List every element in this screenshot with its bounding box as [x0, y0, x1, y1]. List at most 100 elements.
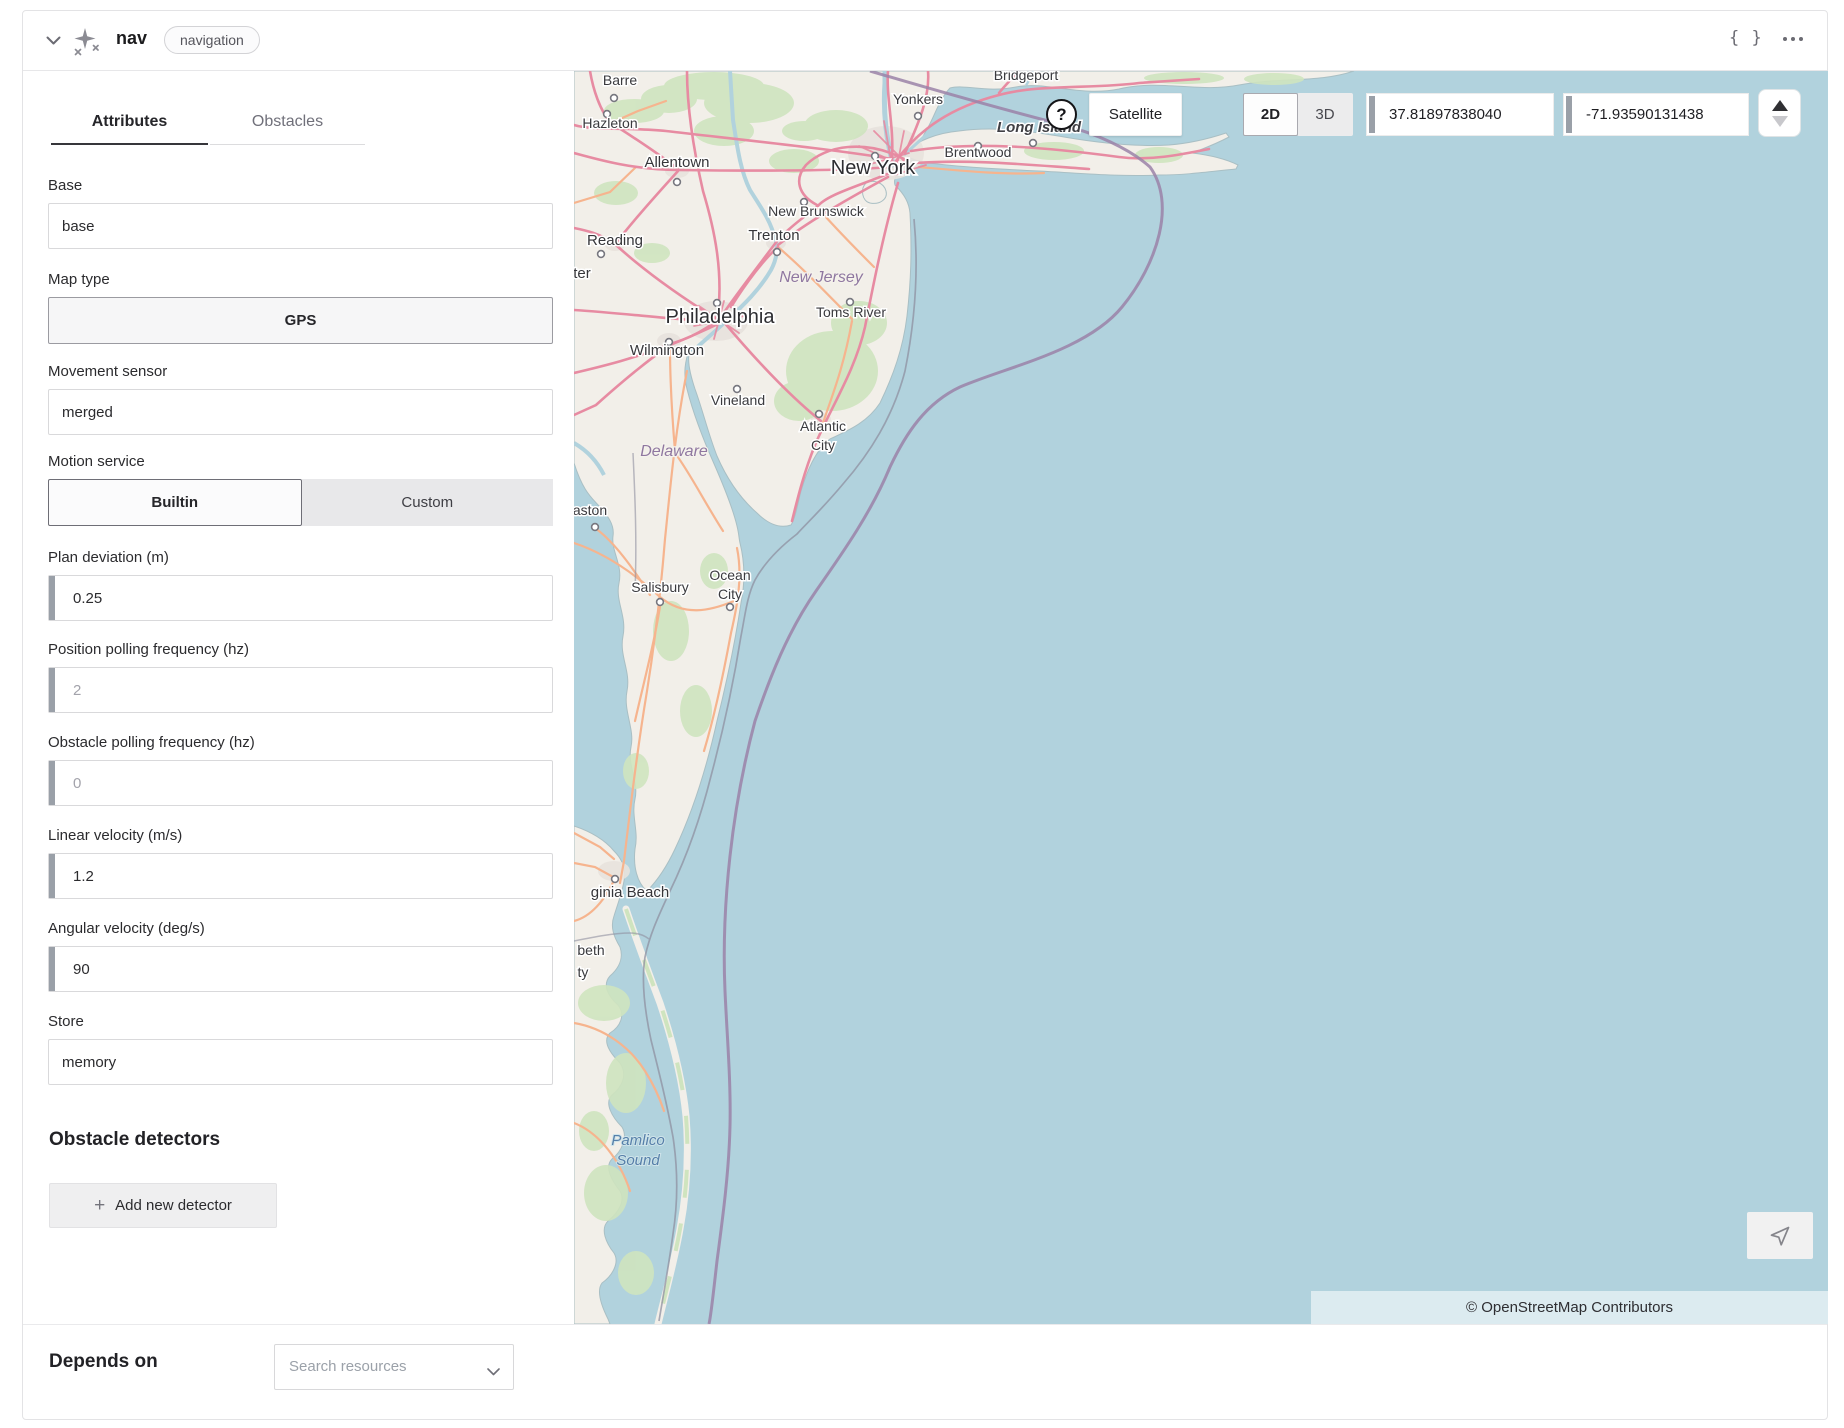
add-detector-button[interactable]: + Add new detector	[49, 1183, 277, 1228]
plan-deviation-input[interactable]	[48, 575, 553, 621]
field-label: Linear velocity (m/s)	[48, 827, 553, 845]
field-linear-velocity: Linear velocity (m/s)	[48, 827, 553, 899]
field-store: Store	[48, 1013, 553, 1085]
map-place-marker	[611, 95, 618, 102]
recenter-button[interactable]	[1747, 1212, 1813, 1259]
map-label: Allentown	[644, 154, 709, 171]
resource-title: nav	[116, 28, 147, 49]
obstacle-detectors-heading: Obstacle detectors	[49, 1129, 220, 1151]
motion-service-builtin-button[interactable]: Builtin	[48, 479, 302, 526]
map-place-marker	[598, 251, 605, 258]
map-label: ty	[578, 964, 589, 980]
map-place-marker	[727, 604, 734, 611]
field-label: Position polling frequency (hz)	[48, 641, 553, 659]
map-label: Salisbury	[631, 579, 689, 595]
coordinate-stepper[interactable]	[1758, 89, 1801, 137]
step-down-icon[interactable]	[1772, 116, 1788, 127]
movement-sensor-input[interactable]	[48, 389, 553, 435]
map-place-marker	[612, 876, 619, 883]
navigation-arrow-icon	[1768, 1224, 1792, 1248]
angular-velocity-input[interactable]	[48, 946, 553, 992]
card-header: nav navigation { }	[23, 11, 1827, 71]
linear-velocity-input[interactable]	[48, 853, 553, 899]
map-label: City	[811, 437, 835, 453]
map-place-marker	[674, 179, 681, 186]
store-input[interactable]	[48, 1039, 553, 1085]
map-place-marker	[1030, 140, 1037, 147]
field-plan-deviation: Plan deviation (m)	[48, 549, 553, 621]
map-label: New Brunswick	[768, 203, 865, 219]
map-label: Barre	[603, 72, 637, 88]
map-place-marker	[816, 411, 823, 418]
map-label: New Jersey	[779, 269, 864, 286]
plus-icon: +	[94, 1196, 105, 1215]
field-map-type: Map type GPS	[48, 271, 553, 344]
map-label: Ocean	[709, 567, 750, 583]
overflow-menu-icon[interactable]	[1783, 37, 1803, 41]
field-position-polling: Position polling frequency (hz)	[48, 641, 553, 713]
map-place-marker	[657, 599, 664, 606]
obstacle-polling-input[interactable]	[48, 760, 553, 806]
map-label: Atlantic	[800, 418, 846, 434]
map-label: ter	[574, 265, 591, 282]
number-accent-bar	[1369, 96, 1375, 133]
map-label: Trenton	[748, 227, 799, 244]
satellite-toggle-button[interactable]: Satellite	[1089, 93, 1182, 136]
number-accent-bar	[1566, 96, 1572, 133]
tab-obstacles[interactable]: Obstacles	[210, 106, 365, 145]
latitude-field	[1366, 93, 1554, 136]
step-up-icon[interactable]	[1772, 100, 1788, 111]
field-label: Base	[48, 177, 553, 195]
number-accent-bar	[49, 854, 55, 898]
map-type-gps-button[interactable]: GPS	[48, 297, 553, 344]
depends-on-heading: Depends on	[49, 1351, 158, 1373]
field-label: Movement sensor	[48, 363, 553, 381]
map-label: Bridgeport	[994, 71, 1059, 83]
map-label: Philadelphia	[666, 306, 776, 328]
map-label: New York	[831, 157, 916, 179]
position-polling-input[interactable]	[48, 667, 553, 713]
motion-service-segmented: Builtin Custom	[48, 479, 553, 526]
json-mode-button[interactable]: { }	[1729, 28, 1763, 48]
help-button[interactable]: ?	[1046, 99, 1077, 130]
map-label: ginia Beach	[591, 884, 669, 901]
service-sparkles-icon	[71, 25, 101, 57]
latitude-input[interactable]	[1367, 94, 1553, 135]
map-label: Pamlico	[611, 1132, 664, 1149]
field-label: Store	[48, 1013, 553, 1031]
view-2d-button[interactable]: 2D	[1243, 93, 1298, 136]
depends-on-select[interactable]: Search resources	[274, 1344, 514, 1390]
resource-type-badge: navigation	[164, 26, 260, 54]
field-obstacle-polling: Obstacle polling frequency (hz)	[48, 734, 553, 806]
resource-card: nav navigation { } Attributes Obstacles …	[22, 10, 1828, 1420]
field-motion-service: Motion service Builtin Custom	[48, 453, 553, 526]
divider	[23, 1324, 1827, 1325]
field-base: Base	[48, 177, 553, 249]
tab-attributes[interactable]: Attributes	[51, 106, 208, 145]
field-label: Motion service	[48, 453, 553, 471]
map-place-marker	[774, 249, 781, 256]
field-label: Map type	[48, 271, 553, 289]
map-label: City	[718, 586, 742, 602]
field-label: Plan deviation (m)	[48, 549, 553, 567]
base-input[interactable]	[48, 203, 553, 249]
chevron-down-icon	[487, 1363, 500, 1381]
number-accent-bar	[49, 947, 55, 991]
map-label: Vineland	[711, 392, 765, 408]
field-label: Obstacle polling frequency (hz)	[48, 734, 553, 752]
field-label: Angular velocity (deg/s)	[48, 920, 553, 938]
motion-service-custom-button[interactable]: Custom	[302, 479, 554, 526]
map-label: Reading	[587, 232, 643, 249]
view-3d-button[interactable]: 3D	[1297, 93, 1353, 136]
map-place-marker	[915, 113, 922, 120]
map-label: Brentwood	[945, 144, 1012, 160]
longitude-input[interactable]	[1564, 94, 1748, 135]
collapse-chevron-icon[interactable]	[46, 32, 62, 48]
map-label: Toms River	[816, 304, 886, 320]
map-canvas[interactable]: BarreHazletonYonkersBridgeportLong Islan…	[574, 71, 1828, 1324]
field-angular-velocity: Angular velocity (deg/s)	[48, 920, 553, 992]
map-label: Hazleton	[582, 115, 637, 131]
map-label: Delaware	[640, 443, 708, 460]
map-label: beth	[577, 942, 604, 958]
number-accent-bar	[49, 576, 55, 620]
